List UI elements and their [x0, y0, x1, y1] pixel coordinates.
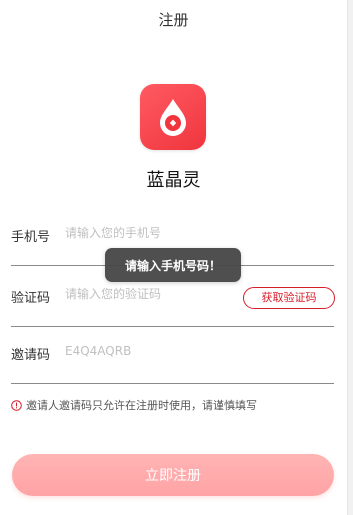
phone-input[interactable] — [65, 219, 235, 247]
code-label: 验证码 — [11, 291, 51, 306]
notice-text: 邀请人邀请码只允许在注册时使用，请谨慎填写 — [26, 399, 257, 412]
phone-label: 手机号 — [11, 230, 51, 245]
get-code-button[interactable]: 获取验证码 — [243, 287, 335, 309]
toast-message: 请输入手机号码！ — [105, 248, 241, 282]
info-circle-icon — [11, 399, 22, 411]
page-title: 注册 — [158, 11, 189, 29]
invite-notice: 邀请人邀请码只允许在注册时使用，请谨慎填写 — [11, 397, 257, 413]
app-logo — [140, 84, 206, 150]
verification-code-input[interactable] — [65, 280, 235, 308]
invite-label: 邀请码 — [11, 348, 51, 363]
app-name: 蓝晶灵 — [146, 170, 201, 191]
scrollbar[interactable] — [347, 0, 353, 515]
invite-field-row: 邀请码 — [11, 326, 334, 384]
blood-drop-icon — [156, 97, 190, 137]
register-screen: 注册 蓝晶灵 手机号 验证码 获取验证码 邀请码 邀请人 — [0, 0, 353, 515]
register-button[interactable]: 立即注册 — [12, 454, 334, 496]
invite-code-input[interactable] — [65, 337, 235, 365]
